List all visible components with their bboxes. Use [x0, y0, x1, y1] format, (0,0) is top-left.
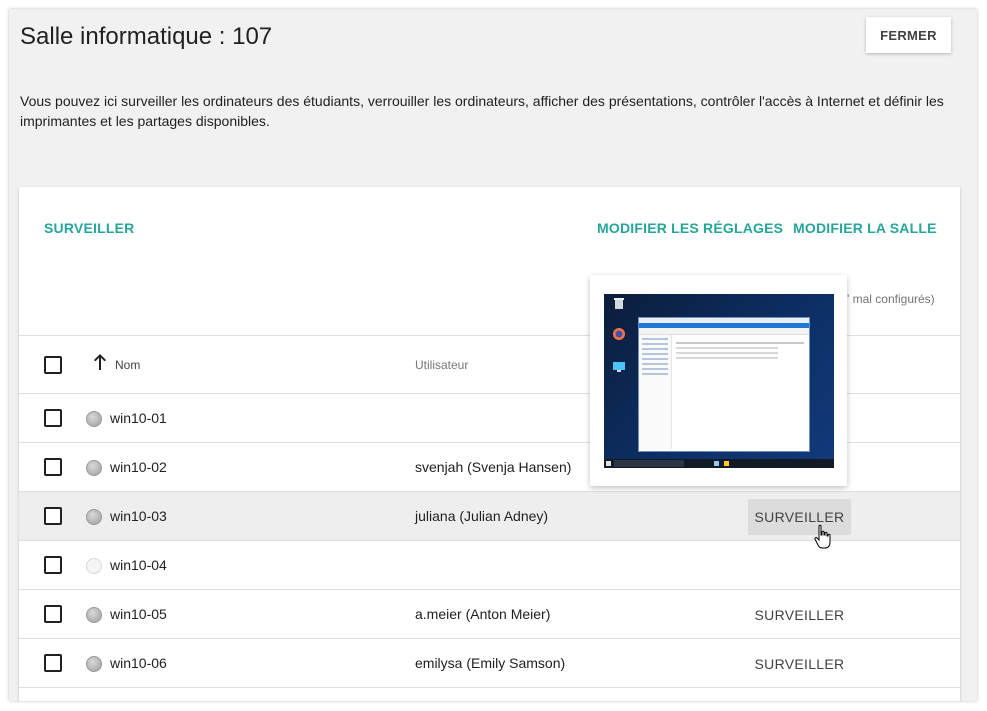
- table-row[interactable]: win10-05 a.meier (Anton Meier) SURVEILLE…: [19, 590, 960, 638]
- room-dialog: Salle informatique : 107 FERMER Vous pou…: [9, 9, 977, 701]
- computer-name: win10-04: [110, 557, 167, 573]
- row-checkbox[interactable]: [44, 409, 62, 427]
- row-checkbox[interactable]: [44, 556, 62, 574]
- monitor-button[interactable]: SURVEILLER: [748, 499, 851, 535]
- monitor-button[interactable]: SURVEILLER: [748, 597, 851, 633]
- select-all-checkbox[interactable]: [44, 356, 62, 374]
- firefox-icon: [613, 328, 625, 340]
- user-name: emilysa (Emily Samson): [415, 655, 566, 671]
- row-checkbox[interactable]: [44, 654, 62, 672]
- monitor-button[interactable]: SURVEILLER: [748, 646, 851, 682]
- page-description: Vous pouvez ici surveiller les ordinateu…: [20, 93, 944, 129]
- table-row[interactable]: win10-06 emilysa (Emily Samson) SURVEILL…: [19, 639, 960, 687]
- status-indicator-icon: [86, 558, 102, 574]
- close-button[interactable]: FERMER: [866, 17, 951, 53]
- taskbar: [604, 459, 834, 468]
- column-header-user[interactable]: Utilisateur: [415, 358, 468, 372]
- user-name: juliana (Julian Adney): [415, 508, 549, 524]
- row-checkbox[interactable]: [44, 458, 62, 476]
- computer-name: win10-06: [110, 655, 167, 671]
- status-indicator-icon: [86, 509, 102, 525]
- status-indicator-icon: [86, 460, 102, 476]
- computer-name: win10-03: [110, 508, 167, 524]
- status-indicator-icon: [86, 656, 102, 672]
- row-checkbox[interactable]: [44, 507, 62, 525]
- computer-name: win10-02: [110, 459, 167, 475]
- status-indicator-icon: [86, 607, 102, 623]
- computer-icon: [613, 362, 625, 372]
- screen-preview-image: [604, 294, 834, 468]
- hand-cursor-icon: [814, 524, 831, 549]
- recycle-bin-icon: [614, 298, 624, 309]
- column-header-name[interactable]: Nom: [115, 358, 140, 372]
- sort-arrow-up-icon[interactable]: [92, 353, 108, 371]
- edit-room-link[interactable]: MODIFIER LA SALLE: [793, 220, 937, 236]
- user-name: a.meier (Anton Meier): [415, 606, 551, 622]
- computer-name: win10-01: [110, 410, 167, 426]
- row-checkbox[interactable]: [44, 605, 62, 623]
- monitor-link[interactable]: SURVEILLER: [44, 220, 134, 236]
- edit-settings-link[interactable]: MODIFIER LES RÉGLAGES: [597, 220, 783, 236]
- screen-preview-popover: [590, 275, 847, 486]
- status-hint: ' mal configurés): [847, 292, 935, 306]
- user-name: svenjah (Svenja Hansen): [415, 459, 572, 475]
- explorer-window: [638, 317, 810, 452]
- divider: [19, 687, 960, 688]
- status-indicator-icon: [86, 411, 102, 427]
- computer-name: win10-05: [110, 606, 167, 622]
- page-title: Salle informatique : 107: [20, 23, 273, 50]
